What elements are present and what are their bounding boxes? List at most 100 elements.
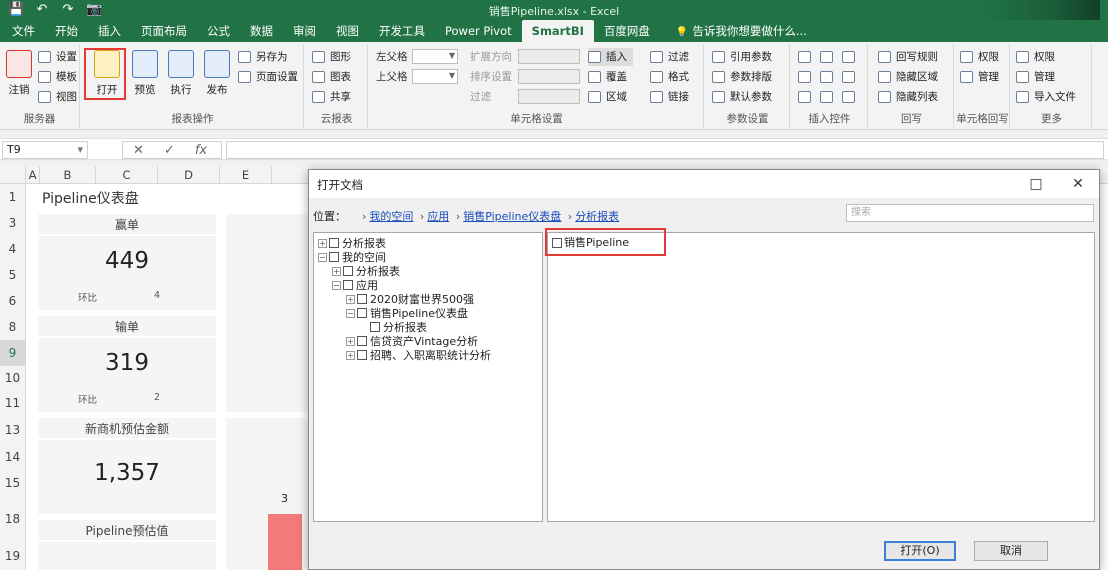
expand-icon[interactable]: + bbox=[346, 351, 355, 360]
import-file-button[interactable]: 导入文件 bbox=[1016, 88, 1076, 106]
tab-view[interactable]: 视图 bbox=[326, 20, 369, 42]
tab-page-layout[interactable]: 页面布局 bbox=[131, 20, 197, 42]
collapse-icon[interactable]: − bbox=[346, 309, 355, 318]
tree-node[interactable]: − 应用 bbox=[332, 279, 378, 293]
tree-node[interactable]: +2020财富世界500强 bbox=[346, 293, 474, 307]
tree-node[interactable]: − 我的空间 bbox=[318, 251, 386, 265]
row-header-9[interactable]: 9 bbox=[0, 340, 26, 366]
tree-node[interactable]: 分析报表 bbox=[370, 321, 427, 335]
expand-icon[interactable]: + bbox=[346, 295, 355, 304]
settings-button[interactable]: 设置 bbox=[38, 48, 77, 66]
manage-button[interactable]: 管理 bbox=[960, 68, 999, 86]
tab-developer[interactable]: 开发工具 bbox=[369, 20, 435, 42]
permission-button[interactable]: 权限 bbox=[1016, 48, 1055, 66]
formula-input[interactable] bbox=[226, 141, 1104, 159]
tab-home[interactable]: 开始 bbox=[45, 20, 88, 42]
tab-file[interactable]: 文件 bbox=[2, 20, 45, 42]
preview-button[interactable]: 预览 bbox=[126, 50, 164, 97]
dialog-search-input[interactable]: 搜索 bbox=[846, 204, 1094, 222]
expand-direction-select[interactable] bbox=[518, 49, 580, 64]
cancel-button[interactable]: 取消 bbox=[974, 541, 1048, 561]
filter-ctrl-button[interactable]: 过滤 bbox=[650, 48, 689, 66]
tree-node[interactable]: + 分析报表 bbox=[332, 265, 400, 279]
column-header-d[interactable]: D bbox=[158, 166, 220, 184]
format-button[interactable]: 格式 bbox=[650, 68, 689, 86]
insert-button[interactable]: 插入 bbox=[588, 48, 633, 66]
breadcrumb-analysis-reports[interactable]: 分析报表 bbox=[575, 210, 619, 223]
open-confirm-button[interactable]: 打开(O) bbox=[884, 541, 956, 561]
row-header-4[interactable]: 4 bbox=[0, 236, 26, 262]
row-header-3[interactable]: 3 bbox=[0, 210, 26, 236]
chart-shape-button[interactable]: 图形 bbox=[312, 48, 351, 66]
expand-icon[interactable]: + bbox=[318, 239, 327, 248]
row-header-18[interactable]: 18 bbox=[0, 496, 26, 542]
tab-smartbi[interactable]: SmartBI bbox=[521, 20, 594, 42]
folder-tree[interactable]: + 分析报表 − 我的空间 + 分析报表 − 应用 +2020财富世界500强 − 销售P… bbox=[313, 232, 543, 522]
row-header-10[interactable]: 10 bbox=[0, 366, 26, 390]
column-header-e[interactable]: E bbox=[220, 166, 272, 184]
column-header-a[interactable]: A bbox=[26, 166, 40, 184]
top-parent-select[interactable]: ▼ bbox=[412, 69, 458, 84]
name-box[interactable]: T9 bbox=[2, 141, 88, 159]
tab-review[interactable]: 审阅 bbox=[283, 20, 326, 42]
filter-input[interactable] bbox=[518, 89, 580, 104]
checkbox-ctrl-button[interactable] bbox=[798, 48, 816, 66]
row-header-15[interactable]: 15 bbox=[0, 470, 26, 496]
hide-list-button[interactable]: 隐藏列表 bbox=[878, 88, 938, 106]
perm-button[interactable]: 权限 bbox=[960, 48, 999, 66]
chart-button[interactable]: 图表 bbox=[312, 68, 351, 86]
collapse-icon[interactable]: − bbox=[332, 281, 341, 290]
row-header-13[interactable]: 13 bbox=[0, 416, 26, 444]
tell-me-search[interactable]: 告诉我你想要做什么... bbox=[660, 20, 817, 42]
page-setup-button[interactable]: 页面设置 bbox=[238, 68, 298, 86]
column-header-c[interactable]: C bbox=[96, 166, 158, 184]
execute-button[interactable]: 执行 bbox=[162, 50, 200, 97]
breadcrumb-my-space[interactable]: 我的空间 bbox=[369, 210, 413, 223]
expand-icon[interactable]: + bbox=[332, 267, 341, 276]
breadcrumb-pipeline-dashboard[interactable]: 销售Pipeline仪表盘 bbox=[463, 210, 561, 223]
select-all-corner[interactable] bbox=[0, 166, 26, 184]
slider-ctrl-button[interactable] bbox=[820, 88, 838, 106]
tab-formulas[interactable]: 公式 bbox=[197, 20, 240, 42]
tab-baidu-netdisk[interactable]: 百度网盘 bbox=[594, 20, 660, 42]
default-param-button[interactable]: 默认参数 bbox=[712, 88, 772, 106]
left-parent-select[interactable]: ▼ bbox=[412, 49, 458, 64]
management-button[interactable]: 管理 bbox=[1016, 68, 1055, 86]
sort-setting-input[interactable] bbox=[518, 69, 580, 84]
radio-ctrl-button[interactable] bbox=[820, 68, 838, 86]
row-header-14[interactable]: 14 bbox=[0, 444, 26, 470]
template-button[interactable]: 模板 bbox=[38, 68, 77, 86]
view-button[interactable]: 视图 bbox=[38, 88, 77, 106]
expand-icon[interactable]: + bbox=[346, 337, 355, 346]
tree-node[interactable]: + 分析报表 bbox=[318, 237, 386, 251]
breadcrumb-apps[interactable]: 应用 bbox=[427, 210, 449, 223]
text-ctrl-button[interactable] bbox=[842, 68, 860, 86]
row-header-6[interactable]: 6 bbox=[0, 288, 26, 314]
date-ctrl-button[interactable] bbox=[798, 68, 816, 86]
tree-node[interactable]: + 招聘、入职离职统计分析 bbox=[346, 349, 491, 363]
param-layout-button[interactable]: 参数排版 bbox=[712, 68, 772, 86]
save-as-button[interactable]: 另存为 bbox=[238, 48, 288, 66]
link-button[interactable]: 链接 bbox=[650, 88, 689, 106]
logout-button[interactable]: 注销 bbox=[0, 50, 38, 97]
tab-power-pivot[interactable]: Power Pivot bbox=[435, 20, 522, 42]
cover-button[interactable]: 覆盖 bbox=[588, 68, 627, 86]
ref-param-button[interactable]: 引用参数 bbox=[712, 48, 772, 66]
row-header-1[interactable]: 1 bbox=[0, 184, 26, 210]
close-icon[interactable]: ✕ bbox=[1063, 174, 1093, 194]
collapse-icon[interactable]: − bbox=[318, 253, 327, 262]
dropdown-ctrl-button[interactable] bbox=[820, 48, 838, 66]
confirm-icon[interactable]: ✓ bbox=[164, 143, 175, 158]
listbox-ctrl-button[interactable] bbox=[842, 48, 860, 66]
area-button[interactable]: 区域 bbox=[588, 88, 627, 106]
spin-ctrl-button[interactable] bbox=[842, 88, 860, 106]
publish-button[interactable]: 发布 bbox=[198, 50, 236, 97]
row-header-19[interactable]: 19 bbox=[0, 542, 26, 570]
share-button[interactable]: 共享 bbox=[312, 88, 351, 106]
writeback-rule-button[interactable]: 回写规则 bbox=[878, 48, 938, 66]
tree-node[interactable]: − 销售Pipeline仪表盘 bbox=[346, 307, 468, 321]
cancel-icon[interactable]: ✕ bbox=[133, 143, 144, 158]
hide-area-button[interactable]: 隐藏区域 bbox=[878, 68, 938, 86]
tab-insert[interactable]: 插入 bbox=[88, 20, 131, 42]
row-header-8[interactable]: 8 bbox=[0, 314, 26, 340]
